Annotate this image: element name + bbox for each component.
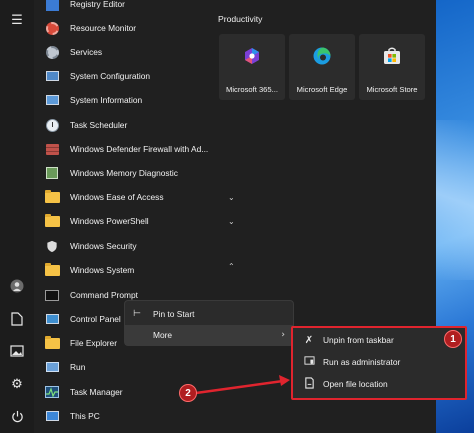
tile-microsoft-edge[interactable]: Microsoft Edge (289, 34, 355, 100)
left-rail: ☰ ⚙ (0, 0, 34, 433)
chevron-right-icon: › (281, 330, 285, 340)
resource-monitor-icon (44, 20, 60, 36)
app-label: Run (70, 362, 86, 372)
run-icon (44, 359, 60, 375)
wallpaper-streak (436, 120, 474, 280)
app-item-control-panel[interactable]: Control Panel (44, 308, 121, 330)
folder-windows-ease-of-access[interactable]: Windows Ease of Access (44, 186, 164, 208)
app-item-run[interactable]: Run (44, 356, 85, 378)
services-gear-icon (44, 44, 60, 60)
app-item-windows-defender-firewall[interactable]: Windows Defender Firewall with Ad... (44, 138, 208, 160)
menu-item-unpin-from-taskbar[interactable]: ✗ Unpin from taskbar (293, 329, 465, 351)
settings-gear-icon[interactable]: ⚙ (9, 376, 25, 392)
red-arrowhead (279, 375, 290, 386)
folder-windows-system[interactable]: Windows System (44, 259, 134, 281)
system-configuration-icon (44, 68, 60, 84)
menu-item-run-as-administrator[interactable]: Run as administrator (293, 351, 465, 373)
app-item-file-explorer[interactable]: File Explorer (44, 332, 117, 354)
menu-item-label: Run as administrator (323, 357, 401, 367)
microsoft-365-icon (245, 48, 259, 64)
menu-item-label: More (153, 330, 173, 340)
submenu-more: ✗ Unpin from taskbar Run as administrato… (291, 326, 467, 400)
app-label: File Explorer (70, 338, 118, 348)
folder-icon (44, 189, 60, 205)
app-item-registry-editor[interactable]: Registry Editor (44, 0, 125, 15)
task-scheduler-icon (44, 117, 60, 133)
edge-icon (313, 47, 331, 65)
documents-icon[interactable] (9, 311, 25, 327)
app-item-windows-security[interactable]: Windows Security (44, 235, 137, 257)
app-label: Registry Editor (70, 0, 125, 9)
pictures-icon[interactable] (9, 343, 25, 359)
app-label: Resource Monitor (70, 23, 137, 33)
folder-label: Windows System (70, 265, 135, 275)
app-label: This PC (70, 411, 100, 421)
user-avatar-icon[interactable] (9, 278, 25, 294)
firewall-icon (44, 141, 60, 157)
menu-item-label: Unpin from taskbar (323, 335, 394, 345)
tile-label: Microsoft Edge (296, 85, 348, 94)
folder-label: Windows Ease of Access (70, 192, 164, 202)
control-panel-icon (44, 311, 60, 327)
app-item-task-manager[interactable]: Task Manager (44, 381, 123, 403)
menu-item-pin-to-start[interactable]: ⊢ Pin to Start (125, 304, 293, 324)
folder-windows-powershell[interactable]: Windows PowerShell (44, 210, 149, 232)
annotation-badge-1: 1 (444, 330, 462, 348)
shield-admin-icon (303, 355, 315, 369)
hamburger-menu-icon[interactable]: ☰ (9, 12, 25, 28)
app-item-task-scheduler[interactable]: Task Scheduler (44, 114, 127, 136)
app-label: Task Manager (70, 387, 123, 397)
app-item-resource-monitor[interactable]: Resource Monitor (44, 17, 136, 39)
folder-icon (44, 262, 60, 278)
store-icon (384, 47, 400, 64)
unpin-icon: ✗ (304, 334, 314, 346)
pin-icon: ⊢ (133, 309, 141, 319)
chevron-down-icon[interactable]: ⌄ (228, 193, 235, 202)
tile-label: Microsoft 365... (226, 85, 278, 94)
app-label: Control Panel (70, 314, 121, 324)
windows-security-shield-icon (44, 238, 60, 254)
tile-microsoft-365[interactable]: Microsoft 365... (219, 34, 285, 100)
tile-label: Microsoft Store (366, 85, 418, 94)
app-label: Windows Security (70, 241, 137, 251)
tile-microsoft-store[interactable]: Microsoft Store (359, 34, 425, 100)
app-label: Services (70, 47, 103, 57)
app-label: Task Scheduler (70, 120, 128, 130)
registry-icon (44, 0, 60, 12)
chevron-up-icon[interactable]: ⌃ (228, 262, 235, 271)
app-item-windows-memory-diagnostic[interactable]: Windows Memory Diagnostic (44, 162, 178, 184)
menu-item-more[interactable]: More › (125, 325, 293, 345)
annotation-badge-2: 2 (179, 384, 197, 402)
folder-label: Windows PowerShell (70, 216, 149, 226)
section-header-productivity: Productivity (218, 14, 263, 24)
app-item-this-pc[interactable]: This PC (44, 405, 100, 427)
folder-icon (44, 213, 60, 229)
app-label: Command Prompt (70, 290, 138, 300)
power-icon[interactable] (9, 408, 25, 424)
menu-item-label: Open file location (323, 379, 388, 389)
menu-item-open-file-location[interactable]: Open file location (293, 373, 465, 395)
app-list: Registry Editor Resource Monitor Service… (34, 0, 235, 433)
app-label: Windows Memory Diagnostic (70, 168, 178, 178)
this-pc-icon (44, 408, 60, 424)
folder-open-icon (303, 376, 315, 392)
file-explorer-icon (44, 335, 60, 351)
menu-item-label: Pin to Start (153, 309, 195, 319)
context-menu: ⊢ Pin to Start More › (124, 300, 294, 346)
memory-diagnostic-icon (44, 165, 60, 181)
chevron-down-icon[interactable]: ⌄ (228, 217, 235, 226)
app-item-system-configuration[interactable]: System Configuration (44, 65, 150, 87)
app-label: System Information (70, 95, 143, 105)
command-prompt-icon (44, 287, 60, 303)
task-manager-icon (44, 384, 60, 400)
app-item-system-information[interactable]: System Information (44, 89, 142, 111)
app-item-services[interactable]: Services (44, 41, 102, 63)
app-label: System Configuration (70, 71, 151, 81)
app-label: Windows Defender Firewall with Ad... (70, 144, 209, 154)
system-information-icon (44, 92, 60, 108)
